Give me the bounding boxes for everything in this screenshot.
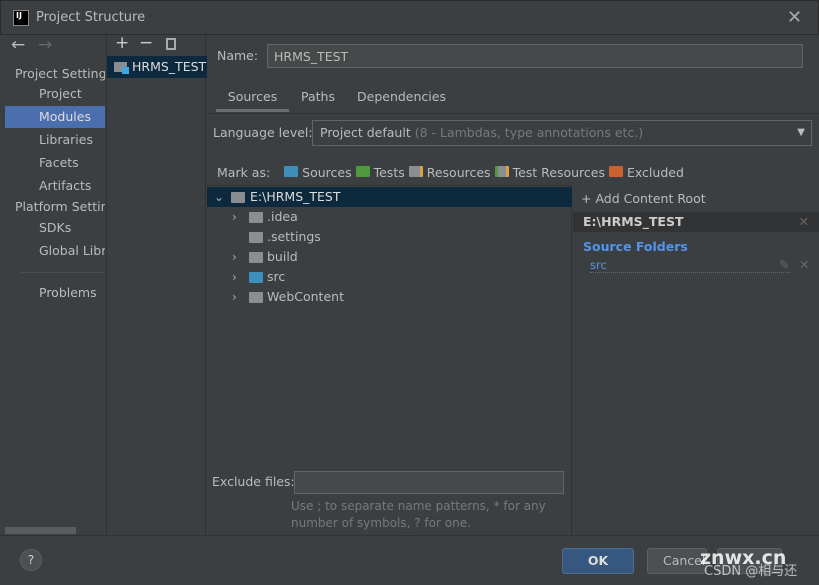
name-label: Name: — [217, 48, 259, 63]
forward-icon[interactable]: → — [38, 35, 52, 55]
tree-row-root[interactable]: ⌄ E:\HRMS_TEST — [207, 187, 572, 207]
add-content-root-button[interactable]: + Add Content Root — [581, 191, 706, 206]
exclude-files-hint: Use ; to separate name patterns, * for a… — [291, 499, 546, 530]
tree-row[interactable]: › WebContent — [207, 287, 572, 307]
content-root-panel: + Add Content Root E:\HRMS_TEST ✕ Source… — [573, 185, 819, 535]
add-content-root-label: Add Content Root — [595, 191, 706, 206]
folder-icon — [249, 232, 263, 243]
chevron-right-icon[interactable]: › — [232, 247, 237, 267]
source-folders-heading: Source Folders — [583, 239, 688, 254]
source-folder-icon — [249, 272, 263, 283]
mark-label: Sources — [302, 165, 352, 180]
tree-label: src — [267, 269, 286, 284]
tree-label: .idea — [267, 209, 298, 224]
exclude-files-input[interactable] — [294, 471, 564, 494]
remove-folder-icon[interactable]: ✕ — [799, 257, 809, 272]
mark-label: Excluded — [626, 165, 684, 180]
help-button[interactable]: ? — [20, 549, 42, 571]
cancel-button[interactable]: Cancel — [647, 548, 707, 574]
tree-row[interactable]: › build — [207, 247, 572, 267]
content-root-path: E:\HRMS_TEST — [583, 214, 684, 229]
tab-paths[interactable]: Paths — [301, 88, 335, 112]
chevron-right-icon[interactable]: › — [232, 207, 237, 227]
test-resources-folder-icon — [494, 166, 509, 177]
sidebar: ← → Project Settings Project Modules Lib… — [5, 35, 105, 535]
module-badge-icon — [122, 67, 129, 74]
mark-test-resources-button[interactable]: Test Resources — [494, 165, 605, 180]
remove-module-icon[interactable]: − — [139, 33, 153, 53]
language-level-hint: (8 - Lambdas, type annotations etc.) — [414, 125, 644, 140]
resources-folder-icon — [408, 166, 423, 177]
excluded-folder-icon — [609, 166, 623, 177]
mark-sources-button[interactable]: Sources — [284, 165, 352, 180]
back-icon[interactable]: ← — [11, 35, 25, 55]
mark-tests-button[interactable]: Tests — [355, 165, 405, 180]
edit-pencil-icon[interactable]: ✎ — [779, 257, 789, 272]
tab-sources[interactable]: Sources — [216, 88, 289, 112]
mark-as-label: Mark as: — [217, 165, 271, 180]
horizontal-scrollbar[interactable] — [5, 527, 76, 534]
tree-label: WebContent — [267, 289, 344, 304]
sidebar-item-libraries[interactable]: Libraries — [5, 129, 105, 151]
sources-folder-icon — [284, 166, 299, 177]
mark-label: Resources — [426, 165, 491, 180]
module-name: HRMS_TEST — [132, 59, 207, 74]
folder-icon — [231, 192, 245, 203]
tab-dependencies[interactable]: Dependencies — [357, 88, 446, 112]
remove-root-icon[interactable]: ✕ — [799, 212, 809, 232]
folder-icon — [249, 212, 263, 223]
close-icon[interactable]: ✕ — [787, 7, 802, 28]
mark-excluded-button[interactable]: Excluded — [609, 165, 684, 180]
sidebar-item-project[interactable]: Project — [5, 83, 105, 105]
tree-row[interactable]: › .idea — [207, 207, 572, 227]
module-list: + − HRMS_TEST — [106, 33, 207, 535]
intellij-logo-icon: IJ — [13, 10, 29, 26]
tree-label: .settings — [267, 229, 321, 244]
dropdown-arrow-icon: ▼ — [797, 127, 805, 138]
watermark-author: CSDN @相与还 — [704, 564, 798, 579]
divider — [207, 113, 819, 114]
mark-label: Tests — [373, 165, 405, 180]
chevron-right-icon[interactable]: › — [232, 287, 237, 307]
tests-folder-icon — [355, 166, 370, 177]
tree-row[interactable]: .settings — [207, 227, 572, 247]
window-title: Project Structure — [36, 10, 146, 25]
module-item[interactable]: HRMS_TEST — [107, 56, 207, 78]
sidebar-header-project-settings: Project Settings — [15, 66, 105, 81]
chevron-down-icon[interactable]: ⌄ — [214, 187, 224, 207]
sidebar-item-modules[interactable]: Modules — [5, 106, 105, 128]
sidebar-item-global-libraries[interactable]: Global Libraries — [5, 240, 105, 262]
folder-icon — [249, 252, 263, 263]
mark-label: Test Resources — [512, 165, 605, 180]
ok-button[interactable]: OK — [562, 548, 634, 574]
folder-icon — [249, 292, 263, 303]
sidebar-item-facets[interactable]: Facets — [5, 152, 105, 174]
source-folder-item[interactable]: src — [590, 258, 790, 273]
language-level-select[interactable]: Project default (8 - Lambdas, type annot… — [312, 120, 812, 146]
chevron-right-icon[interactable]: › — [232, 267, 237, 287]
tree-label: build — [267, 249, 298, 264]
sidebar-item-artifacts[interactable]: Artifacts — [5, 175, 105, 197]
divider — [20, 272, 105, 273]
sidebar-item-problems[interactable]: Problems — [5, 282, 105, 304]
language-level-value: Project default — [320, 125, 411, 140]
name-input[interactable] — [267, 44, 803, 68]
sidebar-item-sdks[interactable]: SDKs — [5, 217, 105, 239]
sidebar-header-platform-settings: Platform Settings — [15, 199, 105, 214]
language-level-label: Language level: — [213, 125, 313, 140]
copy-module-icon[interactable] — [166, 38, 176, 50]
mark-resources-button[interactable]: Resources — [408, 165, 491, 180]
mark-as-bar: Mark as: Sources Tests Resources Test Re… — [217, 165, 684, 180]
add-module-icon[interactable]: + — [115, 33, 129, 53]
tree-row[interactable]: › src — [207, 267, 572, 287]
plus-icon: + — [581, 191, 596, 206]
title-bar: IJ Project Structure ✕ — [0, 0, 819, 35]
tree-label: E:\HRMS_TEST — [250, 189, 341, 204]
exclude-files-label: Exclude files: — [212, 474, 295, 489]
